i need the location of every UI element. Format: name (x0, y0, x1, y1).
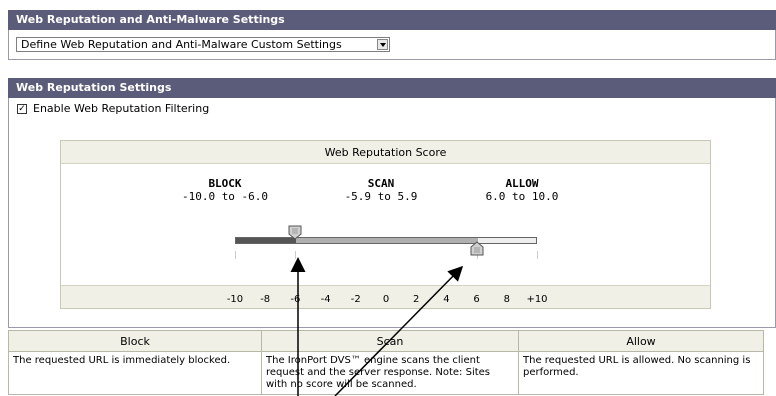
axis-tick-label: -4 (320, 294, 331, 305)
axis-tick-label: +10 (526, 294, 548, 305)
axis-tick-label: 4 (443, 294, 450, 305)
web-reputation-score-panel: Web Reputation Score BLOCK -10.0 to -6.0… (60, 140, 711, 309)
axis-tick-mark (235, 251, 236, 259)
allow-threshold-handle[interactable] (470, 241, 484, 256)
axis-tick-label: -2 (350, 294, 361, 305)
block-description: The requested URL is immediately blocked… (8, 351, 262, 395)
zone-allow: ALLOW 6.0 to 10.0 (452, 177, 592, 203)
axis-tick-label: -6 (290, 294, 301, 305)
zone-scan-name: SCAN (367, 177, 395, 190)
custom-settings-select[interactable]: Define Web Reputation and Anti-Malware C… (16, 37, 390, 52)
chevron-down-icon[interactable] (377, 39, 388, 50)
zone-block-name: BLOCK (208, 177, 242, 190)
allow-description: The requested URL is allowed. No scannin… (518, 351, 764, 395)
axis-tick-label: 2 (413, 294, 420, 305)
zone-allow-range: 6.0 to 10.0 (485, 190, 559, 203)
header-scan: Scan (261, 330, 519, 352)
axis-tick-label: 0 (382, 294, 390, 305)
zone-allow-name: ALLOW (505, 177, 539, 190)
axis-tick-mark (295, 251, 297, 259)
score-panel-title: Web Reputation Score (61, 141, 710, 164)
zone-scan-range: -5.9 to 5.9 (344, 190, 418, 203)
enable-web-reputation-checkbox[interactable]: ✓ (17, 104, 27, 114)
score-slider-track (235, 237, 537, 244)
zone-scan: SCAN -5.9 to 5.9 (311, 177, 451, 203)
zone-block: BLOCK -10.0 to -6.0 (155, 177, 295, 203)
header-allow: Allow (518, 330, 764, 352)
axis-tick-label: -10 (226, 294, 244, 305)
axis-tick-label: 6 (473, 294, 480, 305)
header-block: Block (8, 330, 262, 352)
axis-tick-mark (537, 251, 538, 259)
scan-description: The IronPort DVS™ engine scans the clien… (261, 351, 519, 395)
anti-malware-section-header: Web Reputation and Anti-Malware Settings (8, 10, 776, 30)
custom-settings-select-value: Define Web Reputation and Anti-Malware C… (21, 38, 342, 51)
axis-tick-label: -8 (260, 294, 271, 305)
block-threshold-handle[interactable] (288, 225, 302, 240)
score-axis: -10 -8 -6 -4 -2 0 2 4 6 8 +10 (61, 285, 710, 308)
web-reputation-section-header: Web Reputation Settings (8, 78, 776, 98)
enable-web-reputation-label: Enable Web Reputation Filtering (33, 102, 210, 115)
track-block-segment (236, 238, 297, 243)
track-scan-segment (296, 238, 478, 243)
action-description-table: Block Scan Allow The requested URL is im… (8, 330, 764, 395)
zone-block-range: -10.0 to -6.0 (181, 190, 269, 203)
axis-tick-label: 8 (503, 294, 510, 305)
